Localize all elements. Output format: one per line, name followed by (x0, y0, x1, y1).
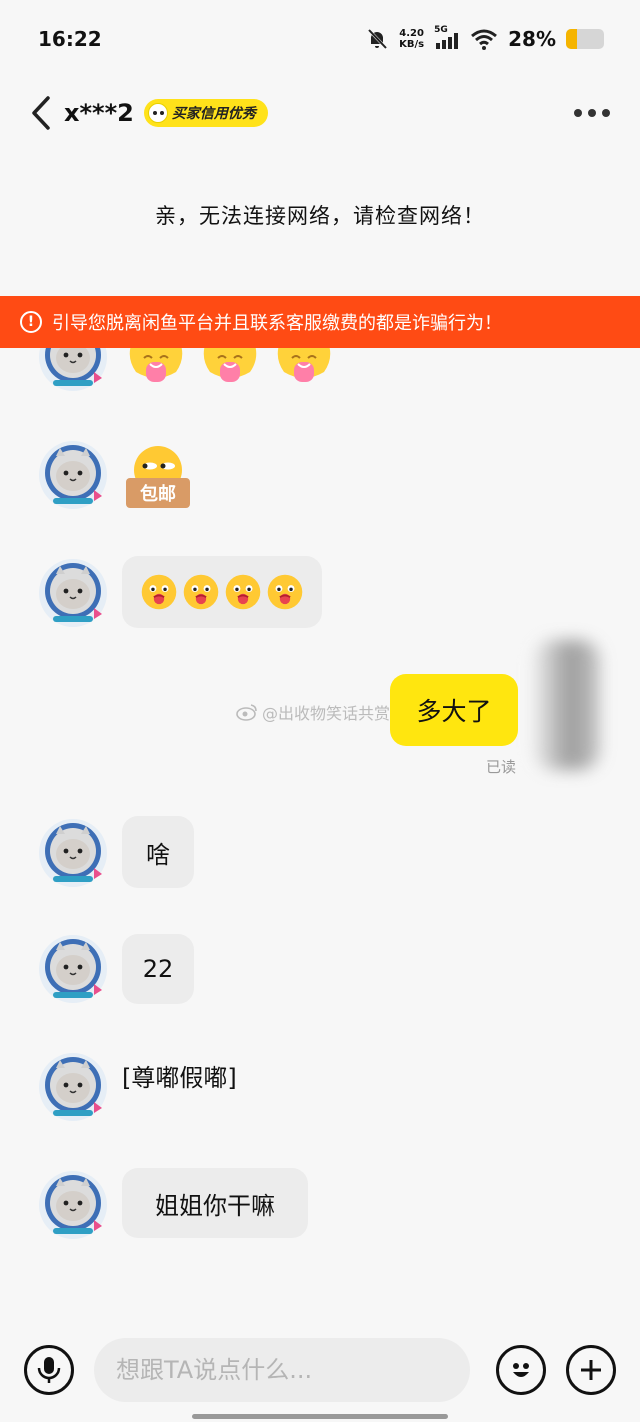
avatar[interactable] (38, 1052, 108, 1122)
message-bubble: 啥 (122, 816, 194, 888)
net-speed: 4.20 KB/s (399, 28, 425, 50)
chat-user-name[interactable]: x***2 (64, 99, 134, 127)
baoyou-label: 包邮 (126, 478, 190, 508)
emoji-button[interactable] (496, 1345, 546, 1395)
sticker-text: [尊嘟假嘟] (122, 1064, 237, 1092)
mute-bell-icon (368, 28, 388, 50)
status-icons: 4.20 KB/s 5G 28% (365, 25, 604, 51)
battery-fill (566, 29, 577, 49)
blush-face-icon (182, 573, 220, 611)
home-indicator[interactable] (192, 1414, 448, 1419)
avatar[interactable] (38, 818, 108, 888)
blush-face-icon (224, 573, 262, 611)
message-bubble: 22 (122, 934, 194, 1004)
voice-button[interactable] (24, 1345, 74, 1395)
status-time: 16:22 (38, 27, 102, 51)
credit-face-icon (147, 103, 168, 123)
emoji-bubble (122, 556, 322, 628)
more-icon[interactable] (566, 101, 618, 125)
avatar[interactable] (38, 1170, 108, 1240)
watermark: @出收物笑话共赏 (236, 700, 390, 724)
plus-button[interactable] (566, 1345, 616, 1395)
avatar[interactable] (38, 440, 108, 510)
input-bar (0, 1330, 640, 1410)
chat-header: x***2 买家信用优秀 (0, 88, 640, 138)
battery-icon (566, 29, 604, 49)
avatar[interactable] (38, 934, 108, 1004)
microphone-icon (37, 1357, 61, 1383)
read-status: 已读 (485, 758, 516, 776)
plus-icon (581, 1360, 601, 1380)
emoji-icon (513, 1363, 529, 1377)
self-avatar-blurred (534, 640, 600, 770)
wifi-icon (471, 29, 498, 50)
credit-badge[interactable]: 买家信用优秀 (143, 99, 268, 127)
message-bubble: 姐姐你干嘛 (122, 1168, 308, 1238)
back-icon[interactable] (30, 93, 58, 133)
warning-icon: ! (20, 311, 42, 333)
weibo-icon (236, 704, 257, 721)
warning-text: 引导您脱离闲鱼平台并且联系客服缴费的都是诈骗行为！ (52, 313, 502, 334)
credit-badge-label: 买家信用优秀 (171, 106, 256, 122)
network-error-text: 亲，无法连接网络，请检查网络！ (155, 204, 485, 228)
blush-face-icon (266, 573, 304, 611)
sticker-baoyou: 包邮 (124, 444, 192, 510)
signal-icon: 5G (434, 25, 460, 51)
battery-percent: 28% (508, 27, 556, 51)
blush-face-icon (140, 573, 178, 611)
message-outgoing-bubble: 多大了 (390, 674, 518, 746)
avatar[interactable] (38, 558, 108, 628)
status-bar: 16:22 4.20 KB/s 5G 28% (0, 0, 640, 78)
message-input[interactable] (94, 1338, 470, 1402)
warning-banner[interactable]: ! 引导您脱离闲鱼平台并且联系客服缴费的都是诈骗行为！ (0, 296, 640, 348)
